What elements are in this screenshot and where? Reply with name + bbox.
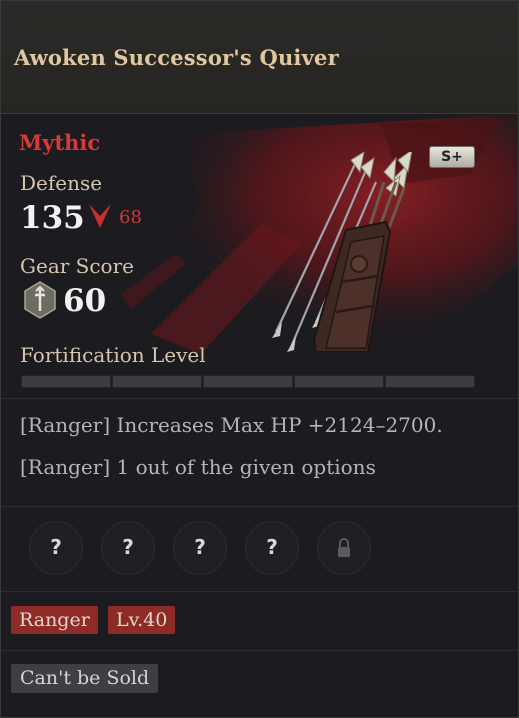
effect-text: [Ranger] Increases Max HP +2124–2700.: [20, 413, 443, 437]
item-tooltip: Awoken Successor's Quiver Mythic S+ Defe…: [0, 0, 519, 718]
item-name: Awoken Successor's Quiver: [14, 45, 339, 70]
divider: [1, 650, 518, 651]
defense-change: 68: [119, 207, 142, 228]
unknown-socket-icon: ?: [50, 535, 62, 559]
trade-status-tag: Can't be Sold: [11, 664, 159, 693]
divider: [1, 591, 518, 592]
gear-score-label: Gear Score: [20, 254, 134, 278]
gem-socket[interactable]: ?: [101, 521, 155, 575]
tier-badge: S+: [429, 146, 475, 168]
locked-gem-socket: [317, 521, 371, 575]
item-grade: Mythic: [19, 130, 101, 155]
unknown-socket-icon: ?: [194, 535, 206, 559]
unknown-socket-icon: ?: [266, 535, 278, 559]
lock-icon: [338, 538, 350, 557]
fortification-segment: [203, 375, 293, 388]
divider: [1, 398, 518, 399]
level-tag: Lv.40: [108, 606, 176, 634]
down-arrow-icon: [89, 204, 111, 228]
gem-socket[interactable]: ?: [29, 521, 83, 575]
fortification-segment: [112, 375, 202, 388]
gem-socket[interactable]: ?: [173, 521, 227, 575]
fortification-segment: [21, 375, 111, 388]
gem-socket[interactable]: ?: [245, 521, 299, 575]
fortification-segment: [385, 375, 475, 388]
unknown-socket-icon: ?: [122, 535, 134, 559]
tooltip-header: Awoken Successor's Quiver: [1, 1, 518, 114]
quiver-icon: [272, 152, 413, 352]
gear-score-value: 60: [63, 283, 107, 319]
divider: [1, 506, 518, 507]
defense-label: Defense: [20, 171, 103, 195]
item-hero-section: Mythic S+ Defense 135 68 Gear Score 60 F…: [1, 114, 518, 398]
gear-score-icon: [24, 281, 56, 319]
defense-value: 135: [20, 200, 85, 236]
effect-text: [Ranger] 1 out of the given options: [20, 455, 376, 479]
class-tag: Ranger: [11, 606, 98, 634]
fortification-label: Fortification Level: [20, 343, 206, 367]
fortification-segment: [294, 375, 384, 388]
